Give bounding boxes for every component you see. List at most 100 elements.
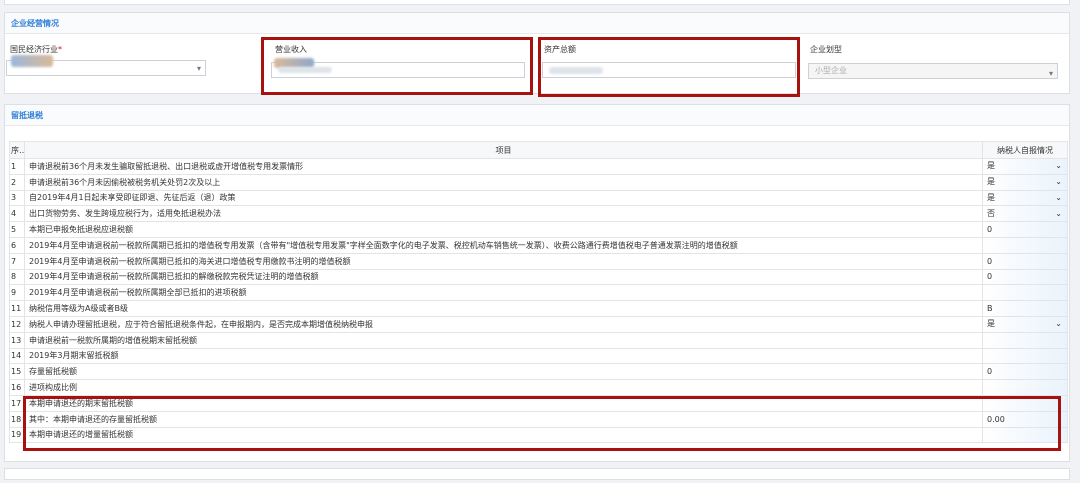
value-cell-background (983, 222, 1067, 237)
chevron-down-icon: ▾ (1048, 69, 1053, 78)
row-item: 申请退税前36个月未发生骗取留抵退税、出口退税或虚开增值税专用发票情形 (24, 158, 983, 175)
row-value-input[interactable]: 0 (982, 252, 1068, 270)
value-cell-background (983, 301, 1067, 316)
table-row: 7 2019年4月至申请退税前一税款所属期已抵扣的海关进口增值税专用缴款书注明的增… (9, 252, 1068, 270)
row-value-input[interactable] (982, 284, 1068, 302)
select-value: 是 (987, 177, 995, 187)
row-value-select[interactable]: 是 ⌄ (982, 189, 1068, 207)
highlight-assets (538, 37, 800, 97)
row-item: 2019年4月至申请退税前一税款所属期全部已抵扣的进项税额 (24, 284, 983, 302)
row-item: 存量留抵税额 (24, 363, 983, 381)
row-number: 13 (9, 331, 25, 349)
industry-select[interactable]: ▾ (6, 55, 206, 76)
value-cell-background (983, 270, 1067, 284)
row-value-input[interactable] (982, 379, 1068, 396)
value-cell-background (983, 285, 1067, 300)
row-value-select[interactable]: 是 ⌄ (982, 158, 1068, 175)
chevron-down-icon: ⌄ (1055, 319, 1062, 329)
yes-no-select[interactable]: 是 ⌄ (987, 176, 1063, 188)
table-row: 2 申请退税前36个月未因偷税被税务机关处罚2次及以上是 ⌄ (9, 173, 1068, 191)
table-row: 14 2019年3月期末留抵税额 (9, 347, 1068, 365)
row-value-select[interactable]: 否 ⌄ (982, 205, 1068, 223)
table-row: 16 进项构成比例 (9, 379, 1068, 396)
business-info-panel: 企业经营情况 (4, 12, 1070, 94)
chevron-down-icon: ⌄ (1055, 177, 1062, 187)
table-header-row: 序号 项目 纳税人自报情况 (9, 141, 1068, 159)
input-value: 0 (987, 225, 993, 235)
highlight-revenue (261, 37, 533, 95)
section-title-business: 企业经营情况 (5, 13, 1069, 34)
table-row: 5 本期已申报免抵退税应退税额 0 (9, 221, 1068, 238)
row-number: 8 (9, 268, 25, 286)
row-item: 本期已申报免抵退税应退税额 (24, 221, 983, 238)
highlight-refund-rows (23, 396, 1061, 451)
value-cell-background (983, 380, 1067, 395)
table-row: 3 自2019年4月1日起未享受即征即退、先征后返（退）政策是 ⌄ (9, 189, 1068, 207)
row-item: 申请退税前一税款所属期的增值税期末留抵税额 (24, 331, 983, 349)
row-value-select[interactable]: 是 ⌄ (982, 173, 1068, 191)
value-cell-background (983, 238, 1067, 253)
enterprise-type-value: 小型企业 (815, 66, 847, 75)
row-value-input[interactable]: 0 (982, 268, 1068, 286)
row-item: 2019年4月至申请退税前一税款所属期已抵扣的增值税专用发票（含带有"增值税专用… (24, 236, 983, 254)
col-header-value: 纳税人自报情况 (982, 141, 1068, 159)
row-value-input[interactable] (982, 236, 1068, 254)
row-item: 2019年4月至申请退税前一税款所属期已抵扣的解缴税款完税凭证注明的增值税额 (24, 268, 983, 286)
row-number: 14 (9, 347, 25, 365)
yes-no-select[interactable]: 否 ⌄ (987, 208, 1063, 220)
select-value: 否 (987, 208, 995, 218)
table-row: 11 纳税信用等级为A级或者B级 B (9, 300, 1068, 317)
table-row: 6 2019年4月至申请退税前一税款所属期已抵扣的增值税专用发票（含带有"增值税专… (9, 236, 1068, 254)
row-number: 12 (9, 315, 25, 333)
table-row: 4 出口货物劳务、发生跨境应税行为，适用免抵退税办法否 ⌄ (9, 205, 1068, 223)
row-value-input[interactable]: 0 (982, 221, 1068, 238)
chevron-down-icon: ⌄ (1055, 192, 1062, 202)
table-row: 13 申请退税前一税款所属期的增值税期末留抵税额 (9, 331, 1068, 349)
table-row: 12 纳税人申请办理留抵退税，应于符合留抵退税条件起，在申报期内，是否完成本期增值… (9, 315, 1068, 333)
col-header-no: 序号 (9, 141, 25, 159)
table-row: 9 2019年4月至申请退税前一税款所属期全部已抵扣的进项税额 (9, 284, 1068, 302)
blurred-value (11, 55, 53, 67)
row-number: 15 (9, 363, 25, 381)
row-value-input[interactable]: B (982, 300, 1068, 317)
row-value-input[interactable] (982, 347, 1068, 365)
select-value: 是 (987, 319, 995, 329)
row-number: 2 (9, 173, 25, 191)
chevron-down-icon: ⌄ (1055, 161, 1062, 171)
yes-no-select[interactable]: 是 ⌄ (987, 160, 1063, 172)
yes-no-select[interactable]: 是 ⌄ (987, 318, 1063, 330)
value-cell-background (983, 333, 1067, 348)
enterprise-type-label: 企业划型 (810, 45, 842, 54)
row-item: 进项构成比例 (24, 379, 983, 396)
row-item: 出口货物劳务、发生跨境应税行为，适用免抵退税办法 (24, 205, 983, 223)
row-number: 9 (9, 284, 25, 302)
row-value-select[interactable]: 是 ⌄ (982, 315, 1068, 333)
input-value: 0 (987, 272, 993, 282)
row-number: 16 (9, 379, 25, 396)
chevron-down-icon: ⌄ (1055, 208, 1062, 218)
row-number: 1 (9, 158, 25, 175)
section-title-refund: 留抵退税 (5, 105, 1069, 126)
industry-label: 国民经济行业 (10, 45, 58, 54)
row-item: 纳税人申请办理留抵退税，应于符合留抵退税条件起，在申报期内，是否完成本期增值税纳… (24, 315, 983, 333)
row-number: 4 (9, 205, 25, 223)
row-value-input[interactable] (982, 331, 1068, 349)
row-item: 2019年3月期末留抵税额 (24, 347, 983, 365)
table-row: 15 存量留抵税额 0 (9, 363, 1068, 381)
row-item: 自2019年4月1日起未享受即征即退、先征后返（退）政策 (24, 189, 983, 207)
row-item: 纳税信用等级为A级或者B级 (24, 300, 983, 317)
row-value-input[interactable]: 0 (982, 363, 1068, 381)
value-cell-background (983, 349, 1067, 363)
select-value: 是 (987, 192, 995, 202)
input-value: B (987, 304, 993, 314)
row-number: 3 (9, 189, 25, 207)
input-value: 0 (987, 367, 993, 377)
chevron-down-icon: ▾ (196, 64, 201, 73)
top-panel-edge (4, 0, 1070, 5)
select-value: 是 (987, 161, 995, 171)
yes-no-select[interactable]: 是 ⌄ (987, 192, 1063, 204)
row-number: 11 (9, 300, 25, 317)
required-asterisk: * (58, 45, 62, 54)
enterprise-type-select[interactable]: 小型企业 ▾ (808, 63, 1058, 79)
next-panel-edge (4, 468, 1070, 480)
